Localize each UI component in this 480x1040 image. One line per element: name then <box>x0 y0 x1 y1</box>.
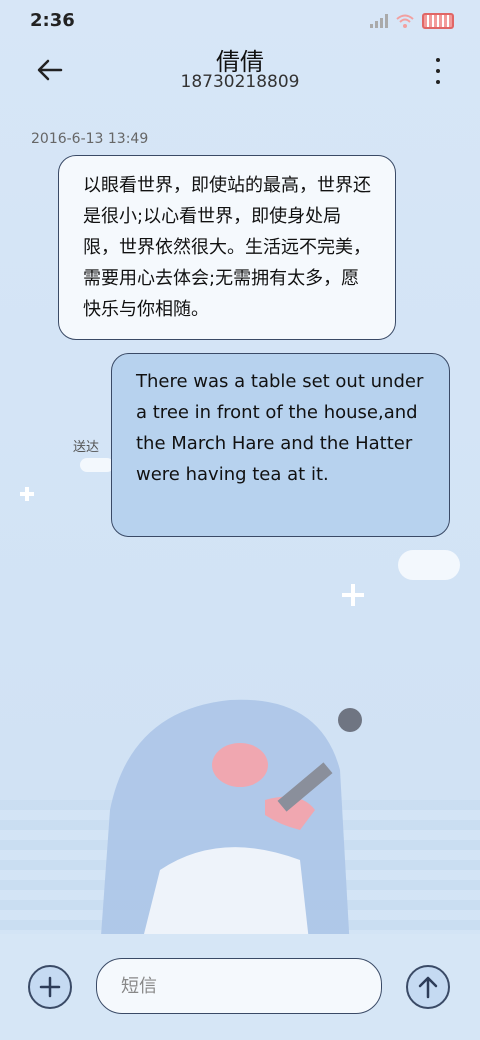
dot-icon <box>436 58 440 62</box>
status-bar: 2:36 <box>0 0 480 40</box>
dot-icon <box>436 69 440 73</box>
sparkle-icon <box>20 486 34 501</box>
incoming-message-bubble[interactable]: 以眼看世界，即使站的最高，世界还是很小;以心看世界，即使身处局限，世界依然很大。… <box>58 155 396 340</box>
arrow-up-icon <box>418 976 438 999</box>
message-timestamp: 2016-6-13 13:49 <box>31 131 149 147</box>
cloud-decoration <box>80 458 114 472</box>
battery-icon <box>422 13 454 29</box>
message-input[interactable] <box>96 958 382 1014</box>
conversation-header: 倩倩 18730218809 <box>0 40 480 100</box>
dot-icon <box>436 80 440 84</box>
cloud-decoration <box>398 550 460 580</box>
status-icons <box>370 13 454 29</box>
outgoing-message-bubble[interactable]: There was a table set out under a tree i… <box>111 353 450 537</box>
sparkle-icon <box>342 584 364 606</box>
wifi-icon <box>396 14 414 28</box>
more-options-button[interactable] <box>432 58 444 84</box>
signal-icon <box>370 14 388 28</box>
status-time: 2:36 <box>30 10 75 31</box>
send-button[interactable] <box>406 965 450 1009</box>
delivery-status: 送达 <box>73 440 100 455</box>
shark-illustration <box>100 699 362 950</box>
contact-phone-number: 18730218809 <box>180 72 300 92</box>
add-attachment-button[interactable] <box>28 965 72 1009</box>
plus-icon <box>39 976 61 998</box>
